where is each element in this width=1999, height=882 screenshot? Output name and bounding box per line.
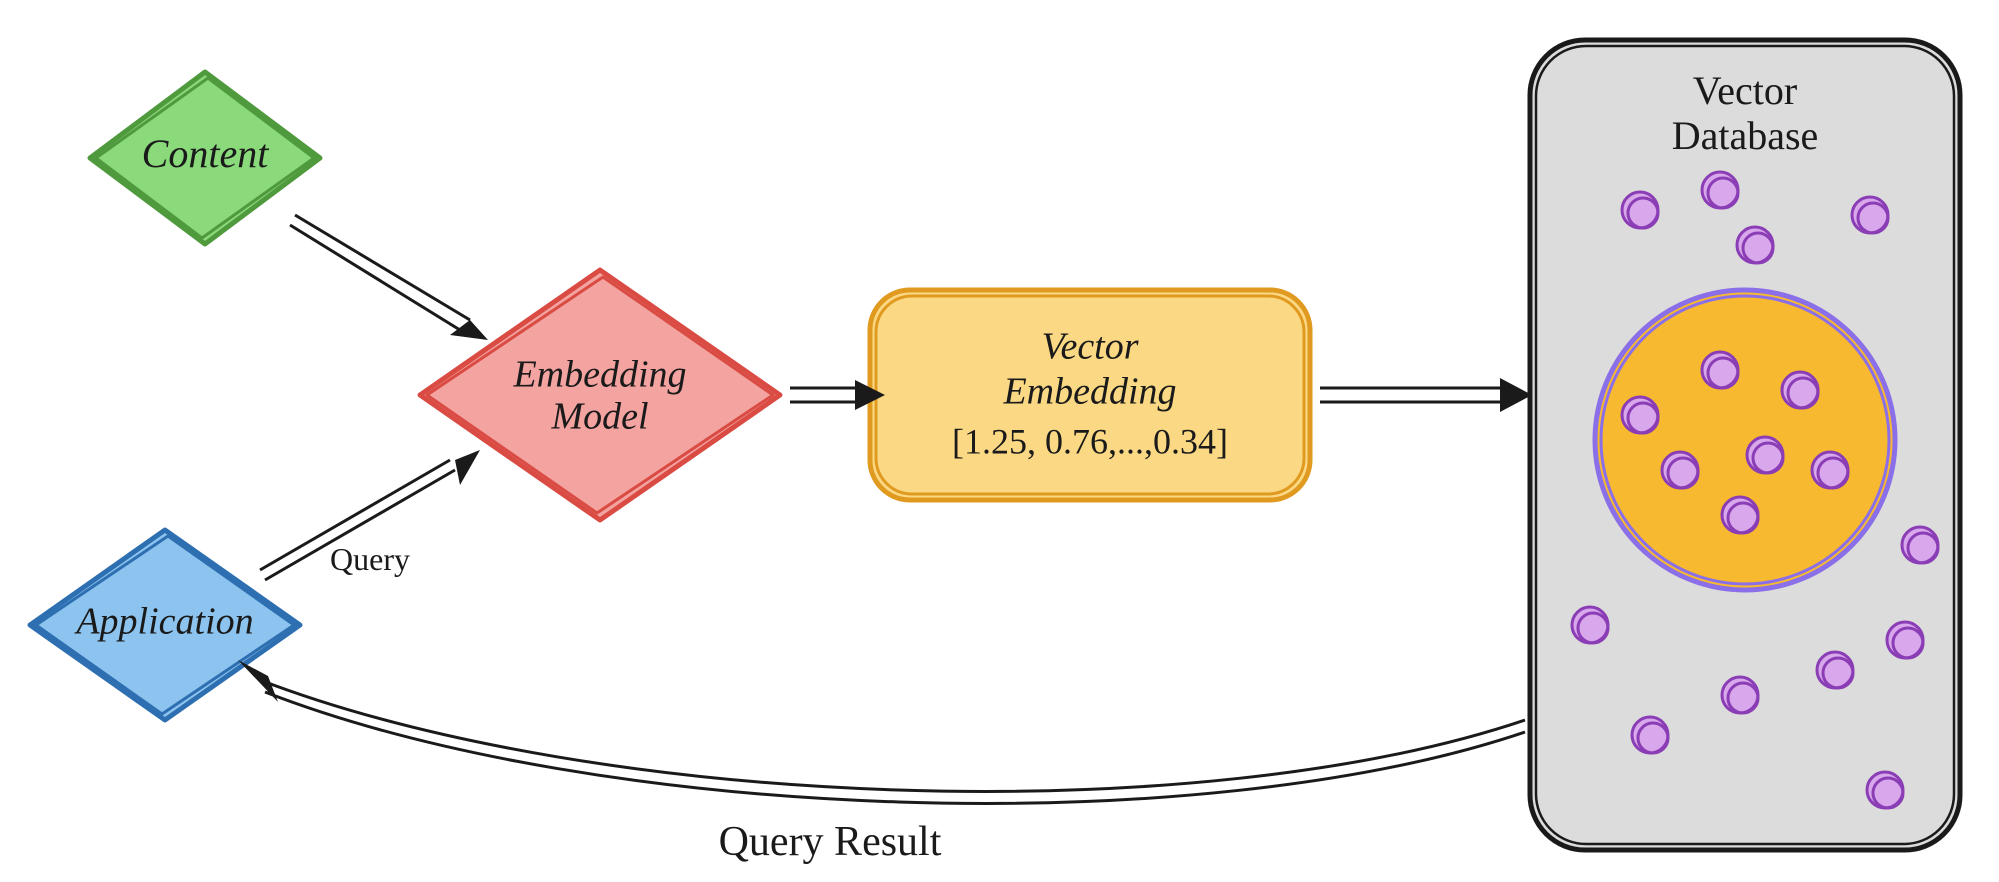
node-content-label: Content: [142, 131, 270, 176]
node-db-label1: Vector: [1693, 68, 1797, 113]
db-cluster-circle: [1595, 290, 1895, 590]
node-vector-embedding: Vector Embedding [1.25, 0.76,...,0.34]: [870, 290, 1310, 500]
edge-vector-to-db: [1320, 378, 1532, 412]
node-vector-database: Vector Database: [1530, 40, 1960, 850]
edge-query-result-label: Query Result: [719, 819, 942, 865]
node-vector-label2: Embedding: [1002, 371, 1176, 413]
node-content: Content: [90, 72, 320, 244]
edge-db-to-application: Query Result: [238, 660, 1525, 865]
node-db-label2: Database: [1672, 113, 1819, 158]
node-embedding-label2: Model: [550, 396, 648, 438]
node-vector-label1: Vector: [1041, 326, 1138, 368]
node-application-label: Application: [73, 601, 253, 643]
node-vector-label3: [1.25, 0.76,...,0.34]: [952, 421, 1228, 461]
node-application: Application: [30, 530, 300, 720]
edge-application-to-embedding: Query: [260, 450, 480, 580]
edge-query-label: Query: [330, 541, 410, 577]
diagram-canvas: Content Application Embedding Model Vect…: [0, 0, 1999, 882]
node-embedding-model: Embedding Model: [420, 270, 780, 520]
node-embedding-label1: Embedding: [512, 354, 686, 396]
edge-content-to-embedding: [290, 215, 488, 340]
